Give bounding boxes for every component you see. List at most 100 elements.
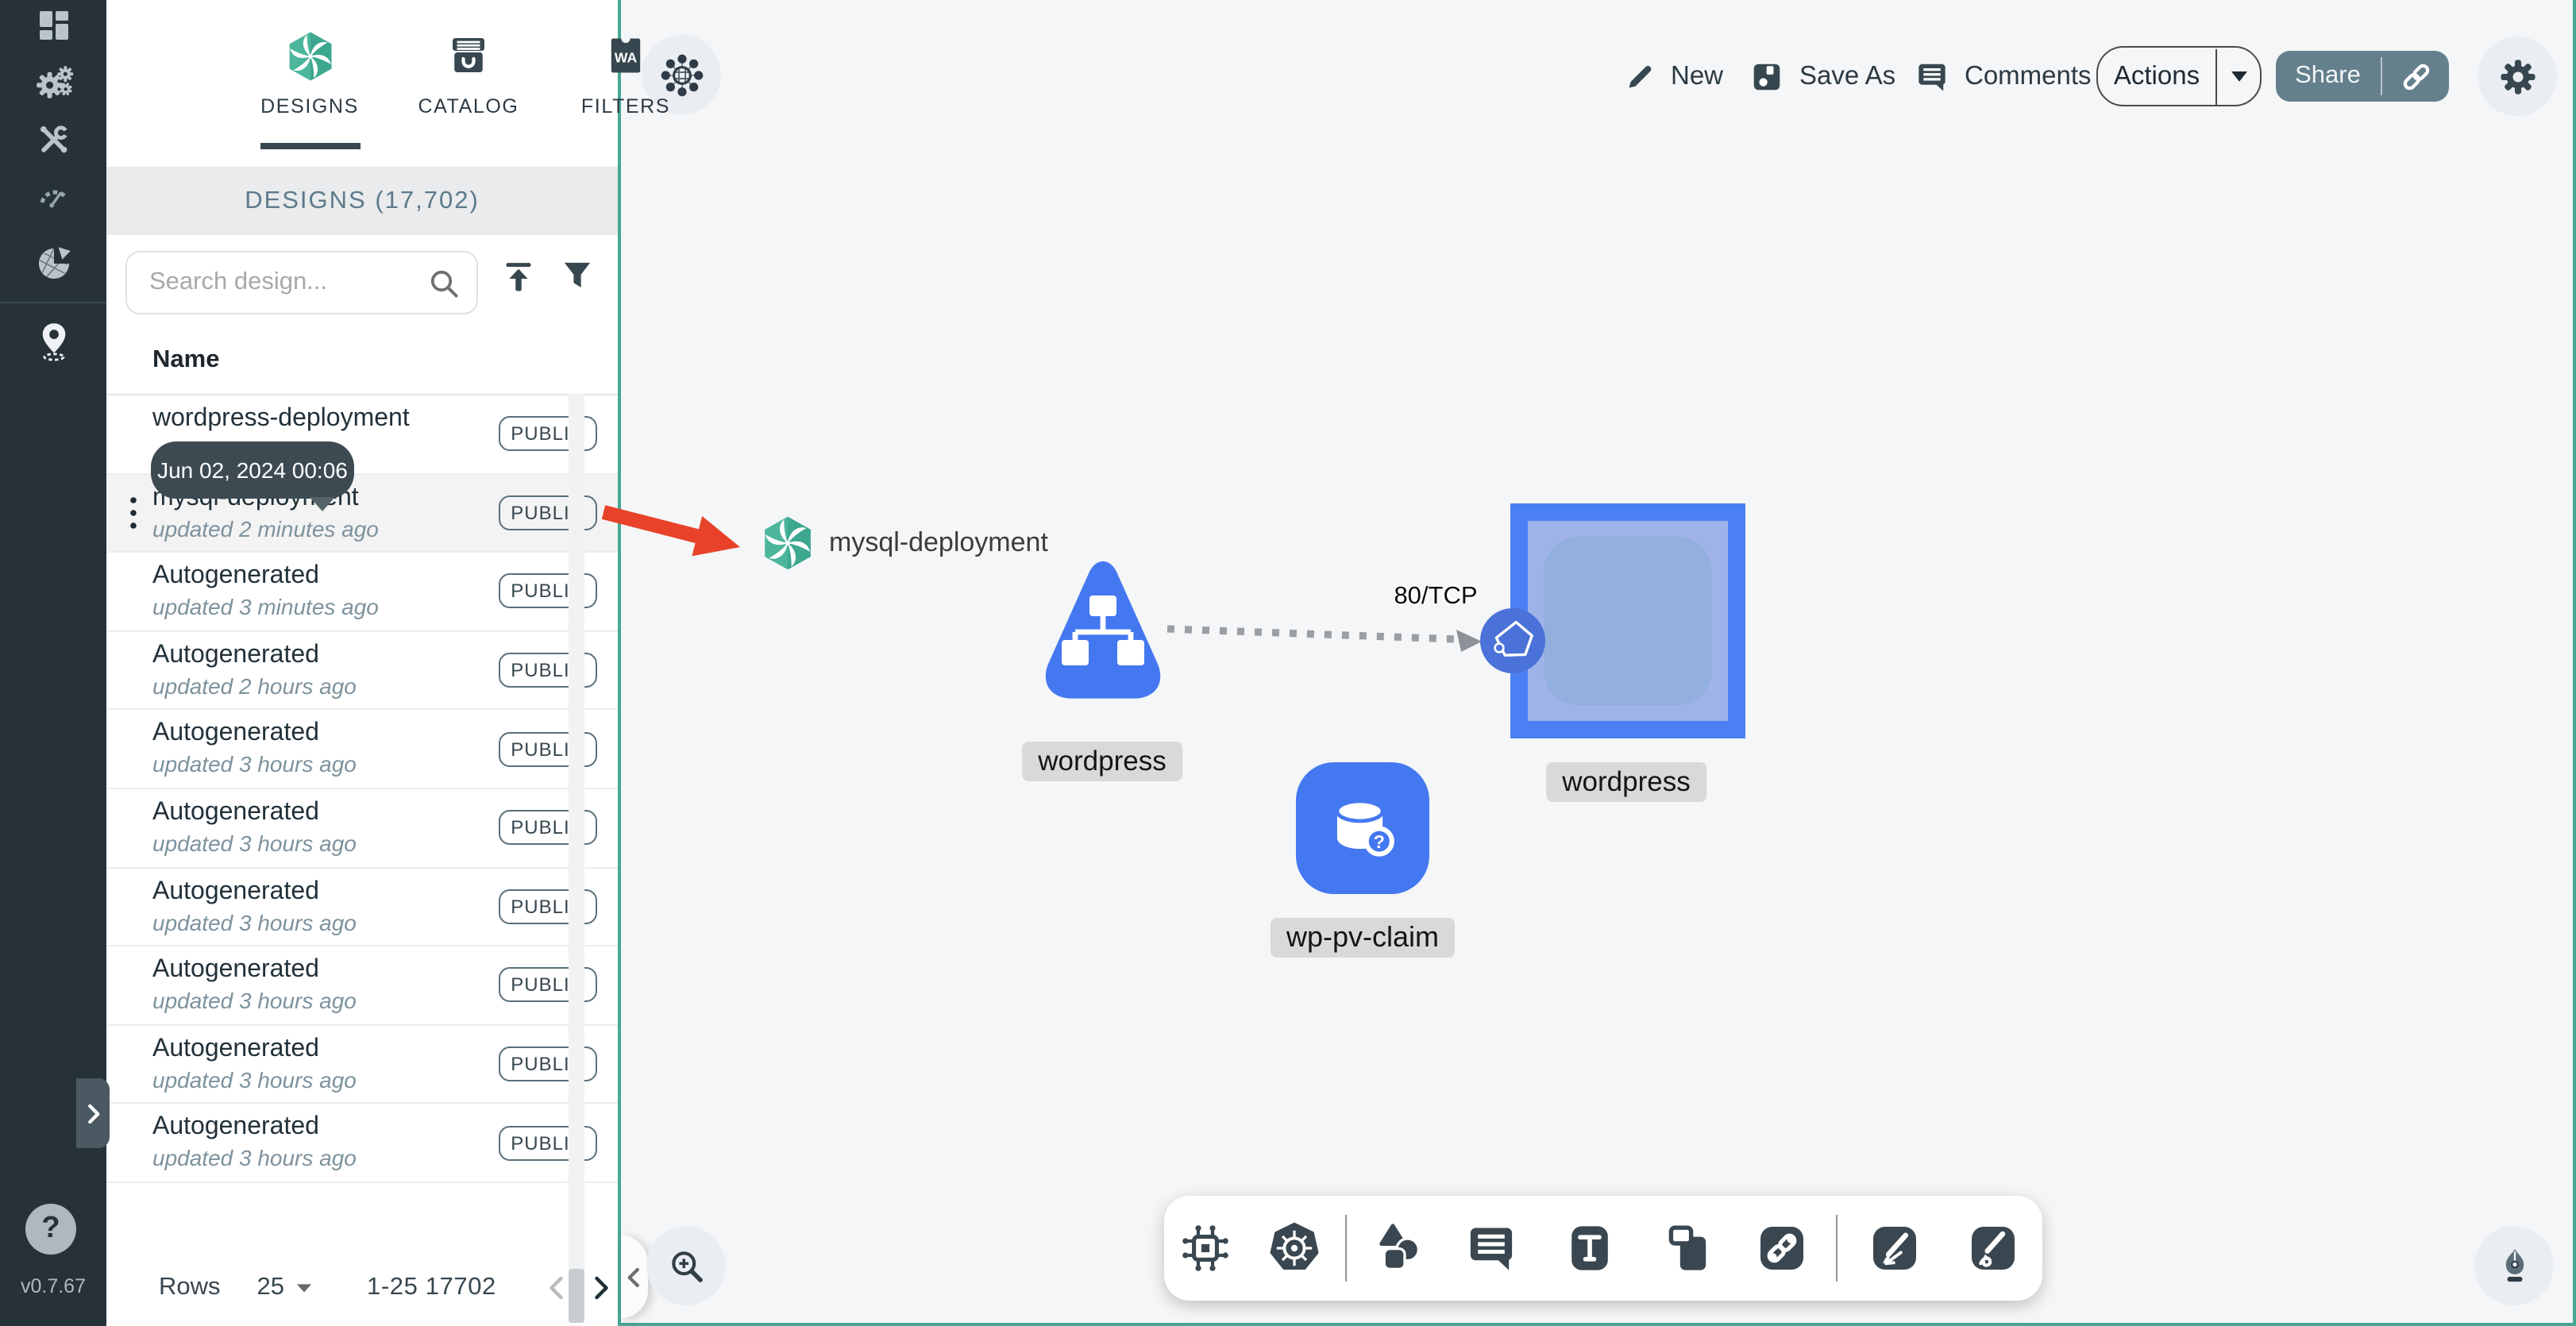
comments-label: Comments	[1965, 61, 2092, 90]
pagination-bar: Rows 25 1-25 17702	[106, 1251, 618, 1324]
search-box	[125, 251, 478, 314]
design-updated: updated 3 hours ago	[152, 1145, 357, 1171]
design-updated: updated 3 hours ago	[152, 909, 357, 935]
design-name: Autogenerated	[152, 719, 319, 747]
floppy-save-icon	[1753, 63, 1780, 90]
list-scrollbar-track[interactable]	[569, 394, 584, 1323]
tab-filters-label: FILTERS	[580, 95, 671, 118]
volume-cylinder-icon: ?	[1335, 798, 1394, 856]
design-row[interactable]: Autogenerated updated 3 hours ago PUBLIC	[106, 1104, 618, 1183]
copy-link-button[interactable]	[2382, 58, 2449, 94]
edge-deployment-to-service	[1167, 625, 1482, 652]
comments-button[interactable]: Comments	[1914, 0, 2092, 152]
deployment-node-label: wordpress	[1022, 742, 1182, 781]
design-name: Autogenerated	[152, 1035, 319, 1062]
design-row[interactable]: Autogenerated updated 2 hours ago PUBLIC	[106, 631, 618, 711]
design-row[interactable]: Autogenerated updated 3 hours ago PUBLIC	[106, 868, 618, 947]
new-button[interactable]: New	[1623, 0, 1723, 152]
dashboard-icon[interactable]	[33, 5, 74, 46]
tab-catalog[interactable]: CATALOG	[395, 22, 542, 118]
configuration-tools-icon[interactable]	[33, 119, 74, 160]
tab-designs[interactable]: DESIGNS	[237, 22, 383, 118]
pen-nib-icon	[2505, 1248, 2524, 1282]
design-canvas[interactable]: New Save As Comments Actions Share mysql…	[618, 0, 2576, 1325]
actions-dropdown-caret[interactable]	[2217, 70, 2260, 83]
kanvas-pin-icon[interactable]	[33, 321, 74, 362]
filter-funnel-icon[interactable]	[559, 257, 596, 305]
svg-text:WA: WA	[615, 49, 638, 65]
design-row[interactable]: Autogenerated updated 3 hours ago PUBLIC	[106, 946, 618, 1026]
service-endpoint-badge[interactable]	[1479, 607, 1547, 675]
link-tool[interactable]	[1753, 1220, 1811, 1277]
svg-text:?: ?	[1374, 831, 1385, 851]
performance-gauge-icon[interactable]	[33, 176, 74, 218]
component-shapes-tool[interactable]	[1177, 1220, 1234, 1277]
search-input[interactable]	[146, 254, 422, 311]
updated-date-tooltip: Jun 02, 2024 00:06	[151, 441, 354, 511]
comment-icon	[1919, 63, 1945, 91]
chevron-left-icon	[550, 1276, 564, 1300]
design-updated: updated 3 minutes ago	[152, 594, 379, 620]
toolbar-divider	[1345, 1215, 1347, 1282]
text-tool[interactable]	[1561, 1220, 1618, 1277]
app-sidebar: ? v0.7.67	[0, 0, 110, 1325]
chevron-left-icon	[627, 1266, 639, 1287]
kubernetes-tool[interactable]	[1266, 1220, 1323, 1277]
panel-header: DESIGNS (17,702)	[106, 167, 618, 235]
zoom-in-button[interactable]	[646, 1226, 726, 1305]
design-name: Autogenerated	[152, 562, 319, 590]
magnifier-plus-icon	[671, 1251, 702, 1282]
design-row[interactable]: Autogenerated updated 3 hours ago PUBLIC	[106, 1025, 618, 1104]
actions-button[interactable]: Actions	[2096, 46, 2262, 106]
version-label: v0.7.67	[20, 1275, 86, 1297]
lifecycle-gears-icon[interactable]	[33, 62, 74, 103]
tab-catalog-label: CATALOG	[418, 95, 519, 118]
previous-page-button[interactable]	[544, 1274, 573, 1302]
meshery-logo-icon	[237, 22, 383, 89]
help-button[interactable]: ?	[25, 1204, 76, 1255]
save-as-button[interactable]: Save As	[1749, 0, 1895, 152]
edge-port-label: 80/TCP	[1394, 583, 1478, 610]
actions-label: Actions	[2113, 61, 2200, 90]
tab-filters[interactable]: WA FILTERS	[553, 22, 699, 118]
design-name: Autogenerated	[152, 1113, 319, 1141]
freehand-draw-tool[interactable]	[1965, 1220, 2022, 1277]
extensions-icon[interactable]	[33, 243, 74, 284]
link-icon	[2402, 63, 2429, 90]
wasm-filters-icon: WA	[553, 22, 699, 89]
pvc-node-wp-pv-claim[interactable]: ?	[1296, 762, 1429, 894]
design-updated: updated 3 hours ago	[152, 830, 357, 856]
designs-panel: DESIGNS CATALOG WA FILTERS DESIGNS (17,7…	[106, 0, 669, 1325]
search-row	[106, 235, 618, 333]
comment-tool[interactable]	[1463, 1220, 1520, 1277]
design-row[interactable]: Autogenerated updated 3 hours ago PUBLIC	[106, 710, 618, 789]
shapes-tool[interactable]	[1369, 1220, 1426, 1277]
caret-down-icon	[296, 1284, 312, 1293]
sidebar-expand-handle[interactable]	[76, 1078, 110, 1148]
settings-button[interactable]	[2478, 37, 2557, 116]
share-button[interactable]: Share	[2276, 51, 2449, 102]
next-page-button[interactable]	[587, 1274, 615, 1302]
column-header-name: Name	[152, 346, 220, 373]
upload-design-icon[interactable]	[499, 257, 538, 305]
whiteboard-pen-button[interactable]	[2474, 1226, 2554, 1305]
rectangle-tool[interactable]	[1660, 1220, 1717, 1277]
mysql-deployment-node-label[interactable]: mysql-deployment	[829, 527, 1048, 559]
design-row[interactable]: Autogenerated updated 3 minutes ago PUBL…	[106, 553, 618, 632]
pen-arrow-tool[interactable]	[1866, 1220, 1923, 1277]
meshery-design-icon[interactable]	[759, 515, 816, 572]
panel-collapse-handle[interactable]	[621, 1235, 648, 1318]
tooltip-text: Jun 02, 2024 00:06	[157, 457, 348, 483]
caret-down-icon	[2231, 71, 2246, 82]
design-row[interactable]: Autogenerated updated 3 hours ago PUBLIC	[106, 788, 618, 869]
active-tab-underline	[260, 143, 361, 148]
design-updated: updated 3 hours ago	[152, 988, 357, 1014]
pagination-range: 1-25 17702	[367, 1274, 496, 1301]
search-icon[interactable]	[426, 265, 464, 311]
rows-label: Rows	[159, 1274, 221, 1301]
catalog-archive-icon	[395, 22, 542, 89]
design-name: wordpress-deployment	[152, 405, 410, 432]
canvas-toolbar	[1164, 1196, 2042, 1301]
kebab-menu-icon[interactable]	[122, 492, 145, 534]
rows-per-page-select[interactable]: 25	[257, 1274, 314, 1302]
